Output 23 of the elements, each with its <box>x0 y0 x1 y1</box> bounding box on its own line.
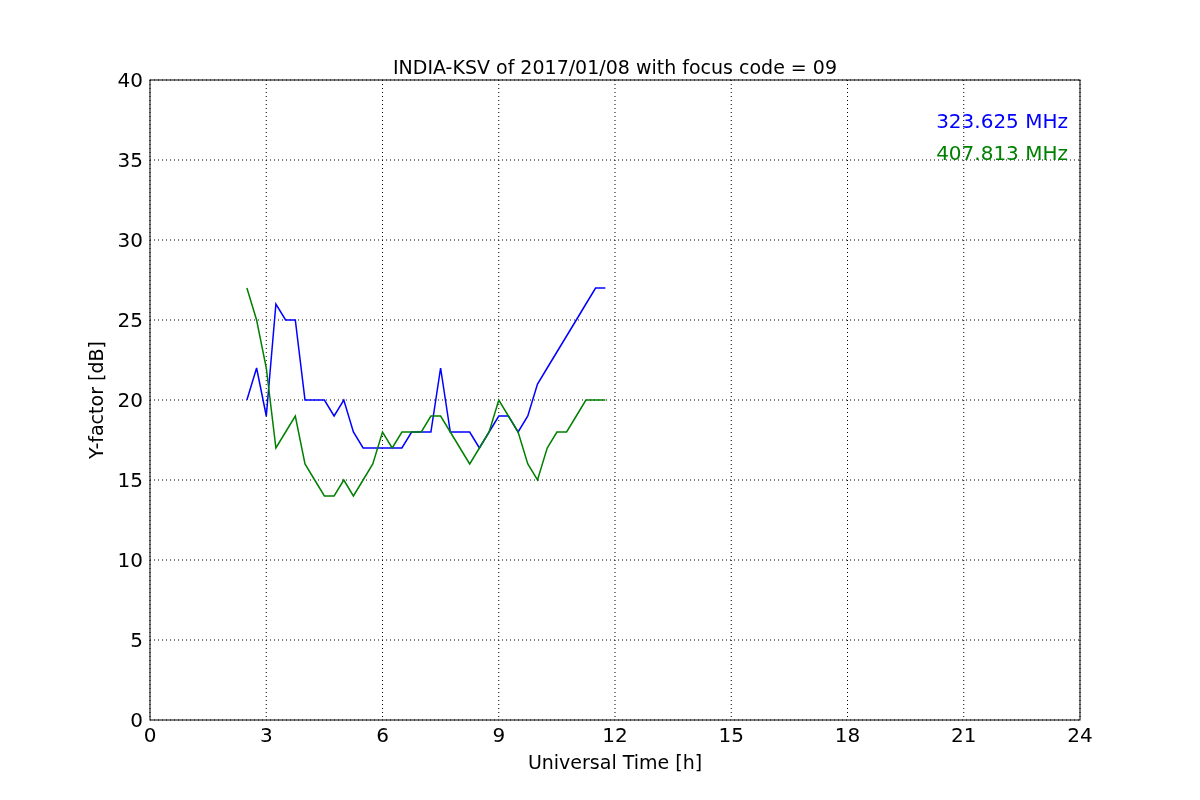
y-tick-label: 40 <box>117 68 143 92</box>
x-tick-label: 12 <box>602 723 628 747</box>
x-tick-label: 18 <box>834 723 861 747</box>
legend-label: 323.625 MHz <box>936 109 1068 133</box>
x-axis-title: Universal Time [h] <box>527 751 703 773</box>
y-tick-label: 20 <box>117 388 143 412</box>
y-tick-label: 0 <box>130 708 143 732</box>
x-tick-label: 9 <box>492 723 506 747</box>
legend-label: 407.813 MHz <box>936 141 1068 165</box>
x-tick-label: 21 <box>951 723 977 747</box>
y-tick-label: 5 <box>130 628 143 652</box>
y-tick-label: 25 <box>117 308 143 332</box>
y-tick-label: 10 <box>117 548 143 572</box>
y-tick-label: 15 <box>117 468 143 492</box>
y-tick-label: 35 <box>117 148 143 172</box>
y-tick-label: 30 <box>117 228 143 252</box>
x-tick-label: 15 <box>718 723 744 747</box>
x-tick-label: 6 <box>376 723 389 747</box>
x-tick-label: 0 <box>143 723 157 747</box>
x-tick-label: 24 <box>1067 723 1093 747</box>
chart-title: INDIA-KSV of 2017/01/08 with focus code = 09 <box>393 56 837 78</box>
x-tick-label: 3 <box>259 723 273 747</box>
y-axis-title: Y-factor [dB] <box>85 341 107 459</box>
